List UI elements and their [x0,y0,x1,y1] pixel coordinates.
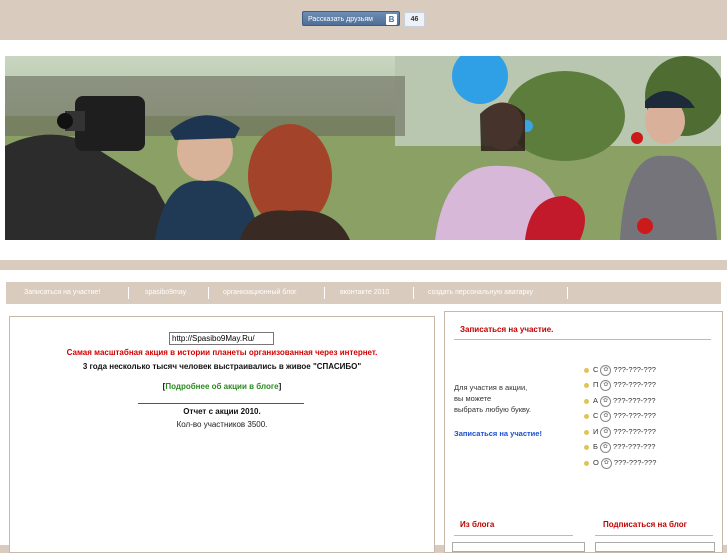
more-link-row: [Подробнее об акции в блоге] [162,382,282,391]
nav-separator [208,287,209,299]
signup-panel: Записаться на участие. Для участия в акц… [444,311,723,553]
nav-separator [567,287,568,299]
nav-item-create-avatar[interactable]: создать персональную аватарку [428,282,533,304]
blog-more-link[interactable]: Подробнее об акции в блоге [165,382,278,391]
from-blog-box [452,542,585,552]
nav-separator [413,287,414,299]
content-area: Записаться на участие! spasibo9may орган… [0,270,727,553]
letter-row[interactable]: П ✿ ???-???-??? [584,378,656,392]
signup-link[interactable]: Записаться на участие! [454,429,542,438]
letter-row[interactable]: О ✿ ???-???-??? [584,456,656,470]
flower-icon: ✿ [600,410,612,422]
signup-title: Записаться на участие. [460,325,554,334]
crowd-photo-image [5,56,721,240]
signup-desc-1: Для участия в акции, [454,383,528,392]
signup-desc-3: выбрать любую букву. [454,405,531,414]
from-blog-title: Из блога [460,520,495,529]
main-panel: Самая масштабная акция в истории планеты… [9,316,435,553]
top-bar: Рассказать друзьям B 46 [0,0,727,40]
headline: Самая масштабная акция в истории планеты… [66,348,378,357]
nav-separator [324,287,325,299]
bullet-icon [584,398,589,404]
from-blog-underline [454,535,573,536]
main-nav: Записаться на участие! spasibo9may орган… [6,282,721,304]
flower-icon: ✿ [600,457,612,469]
divider-line [138,403,304,404]
bullet-icon [584,413,589,419]
bullet-icon [584,444,589,450]
subline: 3 года несколько тысяч человек выстраива… [82,362,362,371]
bullet-icon [584,460,589,466]
subscribe-title[interactable]: Подписаться на блог [603,520,687,529]
share-friends-button[interactable]: Рассказать друзьям B [302,11,400,26]
share-label: Рассказать друзьям [308,16,373,23]
flower-icon: ✿ [599,441,611,453]
flower-icon: ✿ [600,379,612,391]
report-count: Кол-во участников 3500. [176,420,268,429]
flower-icon: ✿ [600,364,612,376]
title-underline [454,339,711,340]
bullet-icon [584,429,589,435]
vk-icon: B [386,14,397,25]
nav-item-org-blog[interactable]: организационный блог [223,282,297,304]
subscribe-input[interactable] [595,542,715,552]
nav-item-signup[interactable]: Записаться на участие! [24,282,100,304]
flower-icon: ✿ [600,395,612,407]
signup-desc-2: вы можете [454,394,492,403]
letter-row[interactable]: С ✿ ???-???-??? [584,409,656,423]
banner [0,40,727,260]
nav-item-spasibo9may[interactable]: spasibo9may [145,282,186,304]
nav-separator [128,287,129,299]
flower-icon: ✿ [600,426,612,438]
letter-row[interactable]: Б ✿ ???-???-??? [584,440,655,454]
letter-row[interactable]: А ✿ ???-???-??? [584,394,656,408]
bullet-icon [584,382,589,388]
nav-item-vkontakte[interactable]: вконтакте 2010 [340,282,389,304]
divider-strip [0,260,727,270]
bullet-icon [584,367,589,373]
letter-row[interactable]: С ✿ ???-???-??? [584,363,656,377]
site-url-field[interactable] [169,332,274,345]
report-title: Отчет с акции 2010. [183,407,261,416]
letter-row[interactable]: И ✿ ???-???-??? [584,425,656,439]
subscribe-underline [595,535,713,536]
share-count: 46 [404,12,425,27]
banner-photo [5,56,721,240]
